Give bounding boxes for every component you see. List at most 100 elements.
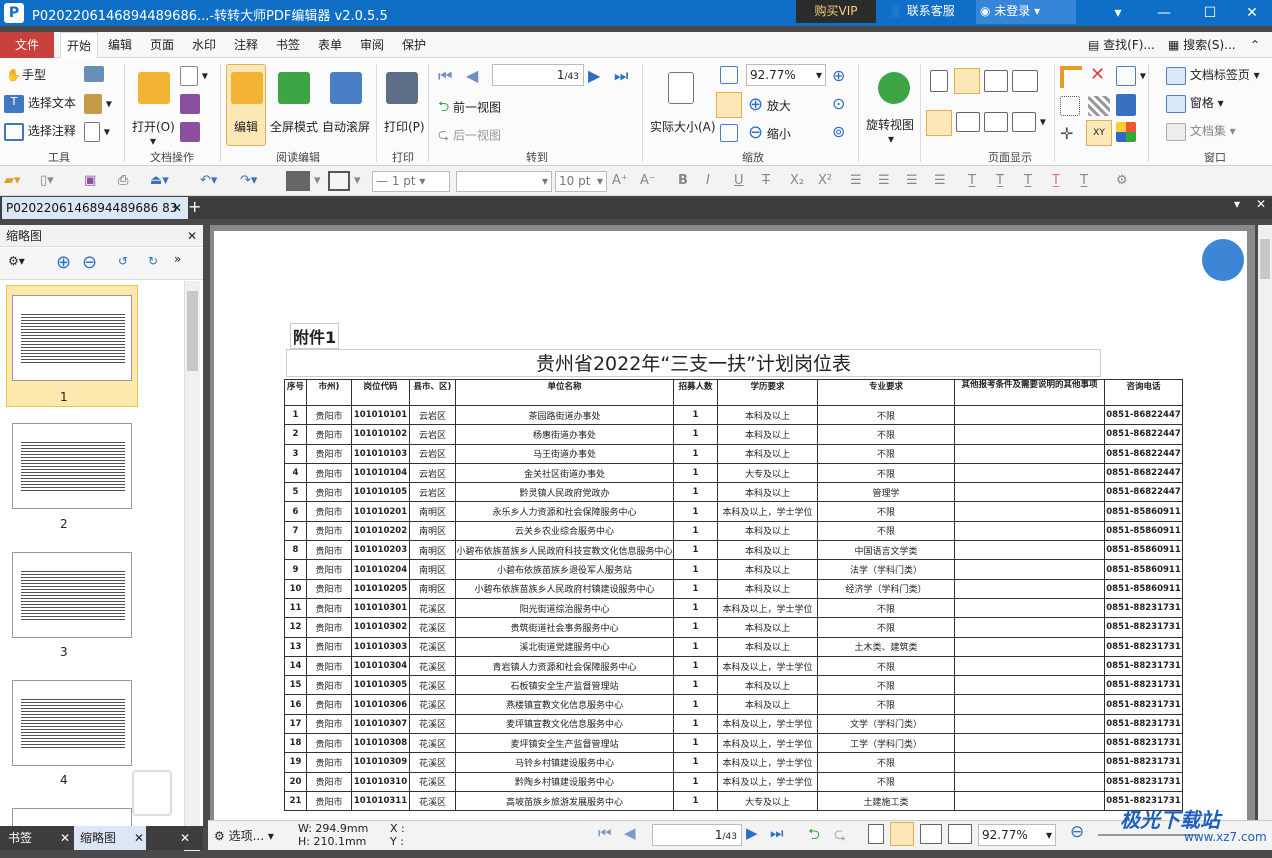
thumb-settings-icon[interactable]: ⚙▾ [8, 254, 25, 268]
status-page-input[interactable]: 1/43 [652, 824, 742, 846]
open-folder-icon[interactable] [138, 72, 170, 104]
thumbnail-page-5[interactable] [12, 808, 132, 828]
crosshair-icon[interactable]: ✛ [1060, 124, 1073, 143]
save-as-icon[interactable] [180, 122, 200, 142]
doc-tabs-button[interactable]: 文档标签页 ▾ [1166, 66, 1260, 85]
font-size-select[interactable]: 10 pt ▾ [555, 171, 607, 192]
document-tab[interactable]: P0202206146894489686 83 ✕ [2, 197, 188, 219]
text-edit-icon-2[interactable]: T̲ [996, 171, 1004, 191]
fullscreen-button[interactable]: 全屏模式 [270, 118, 318, 135]
tab-bookmarks[interactable]: 书签 ✕ [2, 826, 72, 850]
transparency-icon[interactable] [1088, 96, 1110, 116]
italic-icon[interactable]: I [706, 171, 710, 191]
print-button[interactable]: 打印(P) [384, 118, 425, 135]
new-icon[interactable]: ▯▾ [40, 171, 54, 191]
thumbnail-scroll-thumb[interactable] [187, 291, 198, 371]
zoom-slider[interactable] [1098, 834, 1198, 836]
status-prev-page-icon[interactable]: ◀ [624, 824, 636, 842]
fit-width-icon[interactable] [716, 92, 742, 118]
open-dropdown-icon[interactable]: ▾ [150, 134, 156, 148]
minimize-button[interactable]: — [1144, 0, 1184, 26]
font-shrink-icon[interactable]: A⁻ [640, 171, 656, 191]
fill-color-icon[interactable] [286, 171, 310, 191]
thumbnail-page-4[interactable] [12, 680, 132, 766]
grid-icon[interactable]: ▾ [1116, 66, 1146, 86]
rotate-left-icon[interactable]: ↺ [118, 254, 128, 268]
status-facing-icon[interactable] [920, 824, 942, 844]
page-break-icon[interactable] [926, 110, 952, 136]
menu-form[interactable]: 表单 [318, 32, 342, 58]
select-text-tool[interactable]: T 选择文本 [4, 94, 76, 113]
menu-start[interactable]: 开始 [60, 32, 99, 58]
scan-icon[interactable]: ⏏▾ [150, 171, 169, 191]
single-page-icon[interactable] [930, 70, 948, 92]
open-icon[interactable]: ▰▾ [4, 171, 21, 191]
new-tab-icon[interactable]: + [188, 197, 201, 216]
menu-watermark[interactable]: 水印 [192, 32, 216, 58]
search-button[interactable]: ▦ 搜索(S)... [1168, 32, 1236, 58]
close-thumbs-icon[interactable]: ✕ [134, 826, 144, 850]
thumb-zoom-in-icon[interactable]: ⊕ [56, 252, 71, 273]
document-scroll-thumb[interactable] [1260, 239, 1270, 279]
options-button[interactable]: ⚙ 选项... ▾ [214, 827, 274, 844]
align-left-icon[interactable]: ☰ [850, 171, 862, 191]
status-zoom-select[interactable]: 92.77% ▾ [978, 824, 1056, 846]
prev-view-button[interactable]: ⮌ 前一视图 [438, 96, 501, 120]
continuous-page-icon[interactable] [954, 68, 980, 94]
pane-button[interactable]: 窗格 ▾ [1166, 94, 1224, 113]
tab-list-icon[interactable]: ▾ [1234, 197, 1240, 211]
text-edit-icon-1[interactable]: T̲ [968, 171, 976, 191]
clipboard-icon[interactable]: ▾ [84, 94, 112, 114]
fit-page-icon[interactable] [720, 66, 738, 84]
facing-page-icon[interactable] [984, 70, 1008, 92]
save-icon[interactable] [180, 94, 200, 114]
more-icon[interactable]: » [174, 252, 181, 266]
edit-button[interactable]: 编辑 [234, 118, 258, 135]
line-width-select[interactable]: — 1 pt ▾ [372, 171, 450, 192]
new-doc-icon[interactable]: ▾ [180, 66, 208, 86]
hand-tool[interactable]: ✋手型 [6, 66, 46, 84]
status-first-page-icon[interactable]: ⏮ [598, 824, 612, 842]
stroke-color-icon[interactable] [328, 171, 350, 191]
buy-vip-button[interactable]: 购买VIP [796, 0, 876, 23]
justify-icon[interactable]: ☰ [934, 171, 946, 191]
select-annotation-tool[interactable]: 选择注释 [4, 122, 76, 141]
font-select[interactable]: ▾ [456, 171, 552, 192]
split-page-icon[interactable] [956, 112, 980, 132]
superscript-icon[interactable]: X² [818, 171, 832, 191]
facing-continuous-icon[interactable] [1012, 70, 1038, 92]
menu-review[interactable]: 审阅 [360, 32, 384, 58]
thumbnail-scrollbar[interactable] [184, 281, 200, 851]
bold-icon[interactable]: B [678, 171, 688, 191]
text-edit-icon-5[interactable]: T̲ [1080, 171, 1088, 191]
menu-bookmark[interactable]: 书签 [276, 32, 300, 58]
open-button[interactable]: 打开(O) [132, 118, 175, 135]
magnifier-icon[interactable]: ⊙ [832, 94, 845, 113]
close-tab-icon[interactable]: ✕ [172, 197, 182, 219]
maximize-button[interactable]: ☐ [1190, 0, 1230, 26]
last-page-icon[interactable]: ⏭ [614, 66, 628, 86]
zoom-select[interactable]: 92.77% ▾ [746, 64, 826, 86]
contact-service-button[interactable]: 👤 联系客服 [888, 0, 955, 24]
autoscroll-button[interactable]: 自动滚屏 [322, 118, 370, 135]
menu-protect[interactable]: 保护 [402, 32, 426, 58]
thumb-zoom-out-icon[interactable]: ⊖ [82, 252, 97, 273]
document-prop-icon[interactable]: ▾ [84, 122, 110, 142]
rotate-right-icon[interactable]: ↻ [148, 254, 158, 268]
pdf-page[interactable]: 附件1 贵州省2022年“三支一扶”计划岗位表 序号 市州) 岗位代码 县市、区) 单位… [214, 231, 1247, 831]
close-all-icon[interactable]: ✕ [1256, 197, 1266, 211]
first-page-icon[interactable]: ⏮ [438, 66, 452, 86]
status-zoom-out-icon[interactable]: ⊖ [1070, 822, 1084, 842]
strikethrough-icon[interactable]: T [762, 171, 770, 191]
rotate-view-button[interactable]: 旋转视图 [866, 116, 914, 133]
prev-page-icon[interactable]: ◀ [466, 66, 478, 85]
menu-annotate[interactable]: 注释 [234, 32, 258, 58]
undo-icon[interactable]: ↶▾ [200, 171, 217, 191]
status-facing-cont-icon[interactable] [948, 824, 972, 844]
close-left-panel-icon[interactable]: ✕ [180, 826, 190, 850]
fit-visible-icon[interactable] [720, 124, 738, 142]
close-bookmarks-icon[interactable]: ✕ [60, 826, 70, 850]
snap-icon[interactable] [1060, 96, 1080, 116]
actual-size-button[interactable]: 实际大小(A) [650, 118, 716, 135]
snapshot-icon[interactable] [84, 66, 104, 82]
